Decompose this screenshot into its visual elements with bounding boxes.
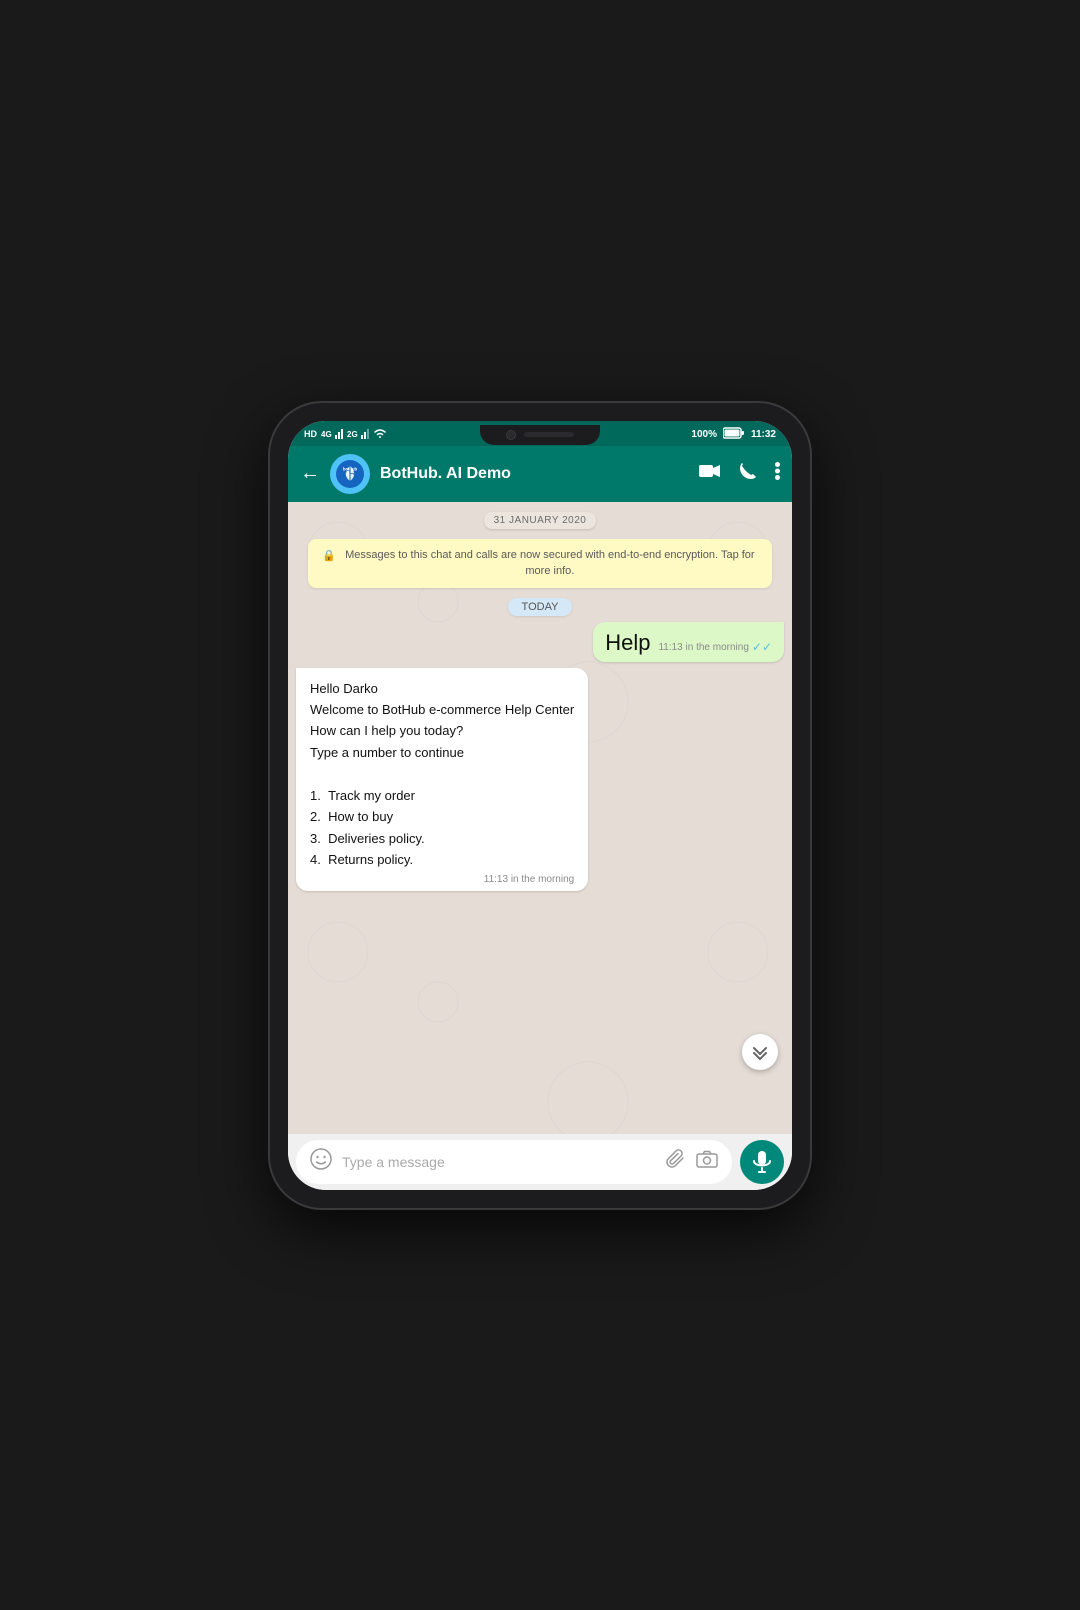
chat-messages: 31 JANUARY 2020 🔒 Messages to this chat …	[288, 502, 792, 1134]
contact-avatar[interactable]: bothub	[330, 454, 370, 494]
message-outgoing-help: Help 11:13 in the morning ✓✓	[593, 622, 784, 662]
phone-notch	[480, 425, 600, 445]
attachment-icon[interactable]	[666, 1149, 686, 1174]
outgoing-time: 11:13 in the morning	[658, 642, 748, 653]
encryption-text: Messages to this chat and calls are now …	[342, 547, 758, 580]
more-options-icon[interactable]	[775, 462, 780, 485]
old-date-label: 31 JANUARY 2020	[484, 512, 597, 529]
battery-icon	[723, 427, 745, 442]
voice-call-icon[interactable]	[739, 462, 757, 485]
encryption-notice[interactable]: 🔒 Messages to this chat and calls are no…	[308, 539, 772, 588]
chat-area-wrapper: 31 JANUARY 2020 🔒 Messages to this chat …	[288, 502, 792, 1134]
header-action-icons	[699, 462, 780, 485]
menu-item-4: 4. Returns policy.	[310, 852, 413, 867]
input-bar: Type a message	[288, 1134, 792, 1190]
hd-indicator: HD	[304, 429, 317, 439]
menu-item-1: 1. Track my order	[310, 788, 415, 803]
outgoing-message-text: Help	[605, 630, 650, 656]
time-display: 11:32	[751, 429, 776, 440]
incoming-time: 11:13 in the morning	[484, 874, 574, 885]
outgoing-message-meta: 11:13 in the morning ✓✓	[658, 640, 772, 654]
contact-name: BotHub. AI Demo	[380, 465, 689, 483]
status-left: HD 4G 2G	[304, 427, 387, 441]
camera-icon[interactable]	[696, 1150, 718, 1173]
menu-item-2: 2. How to buy	[310, 809, 393, 824]
speaker	[524, 432, 574, 437]
message-incoming-bot: Hello Darko Welcome to BotHub e-commerce…	[296, 668, 588, 892]
read-receipt-icon: ✓✓	[752, 640, 772, 654]
voice-message-button[interactable]	[740, 1140, 784, 1184]
video-call-icon[interactable]	[699, 463, 721, 484]
lock-icon: 🔒	[322, 548, 336, 565]
front-camera	[506, 430, 516, 440]
network-4g: 4G	[321, 427, 343, 441]
today-label: TODAY	[508, 598, 573, 616]
svg-text:2G: 2G	[347, 430, 358, 439]
svg-text:4G: 4G	[321, 430, 332, 439]
incoming-message-meta: 11:13 in the morning	[310, 874, 574, 885]
message-outgoing-content: Help 11:13 in the morning ✓✓	[605, 630, 772, 656]
battery-level: 100%	[691, 429, 717, 440]
chat-header: ← bothub BotHub. AI Demo	[288, 446, 792, 502]
wifi-icon	[373, 427, 387, 441]
network-2g: 2G	[347, 427, 369, 441]
scroll-down-button[interactable]	[742, 1034, 778, 1070]
emoji-picker-icon[interactable]	[310, 1148, 332, 1176]
message-input-wrapper[interactable]: Type a message	[296, 1140, 732, 1184]
phone-screen: HD 4G 2G	[288, 421, 792, 1190]
status-right: 100% 11:32	[691, 427, 776, 442]
incoming-message-text: Hello Darko Welcome to BotHub e-commerce…	[310, 678, 574, 871]
menu-item-3: 3. Deliveries policy.	[310, 831, 425, 846]
message-input[interactable]: Type a message	[342, 1154, 656, 1170]
phone-frame: HD 4G 2G	[270, 403, 810, 1208]
back-button[interactable]: ←	[300, 462, 320, 485]
